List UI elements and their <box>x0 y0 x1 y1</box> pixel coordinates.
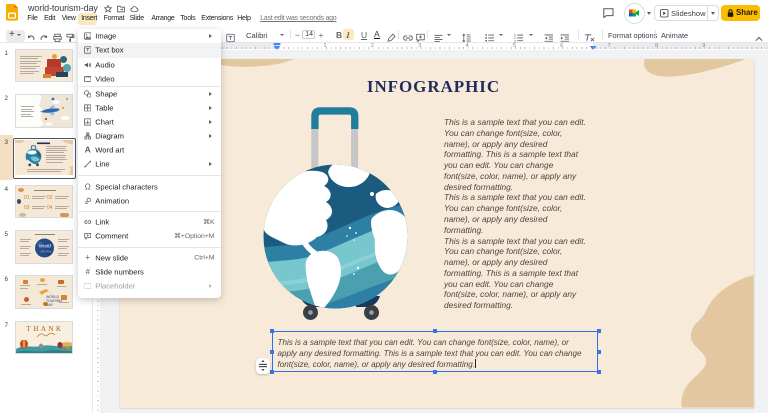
svg-text:3: 3 <box>514 39 516 43</box>
svg-text:World: World <box>39 244 51 249</box>
svg-text:on day: on day <box>41 250 52 254</box>
